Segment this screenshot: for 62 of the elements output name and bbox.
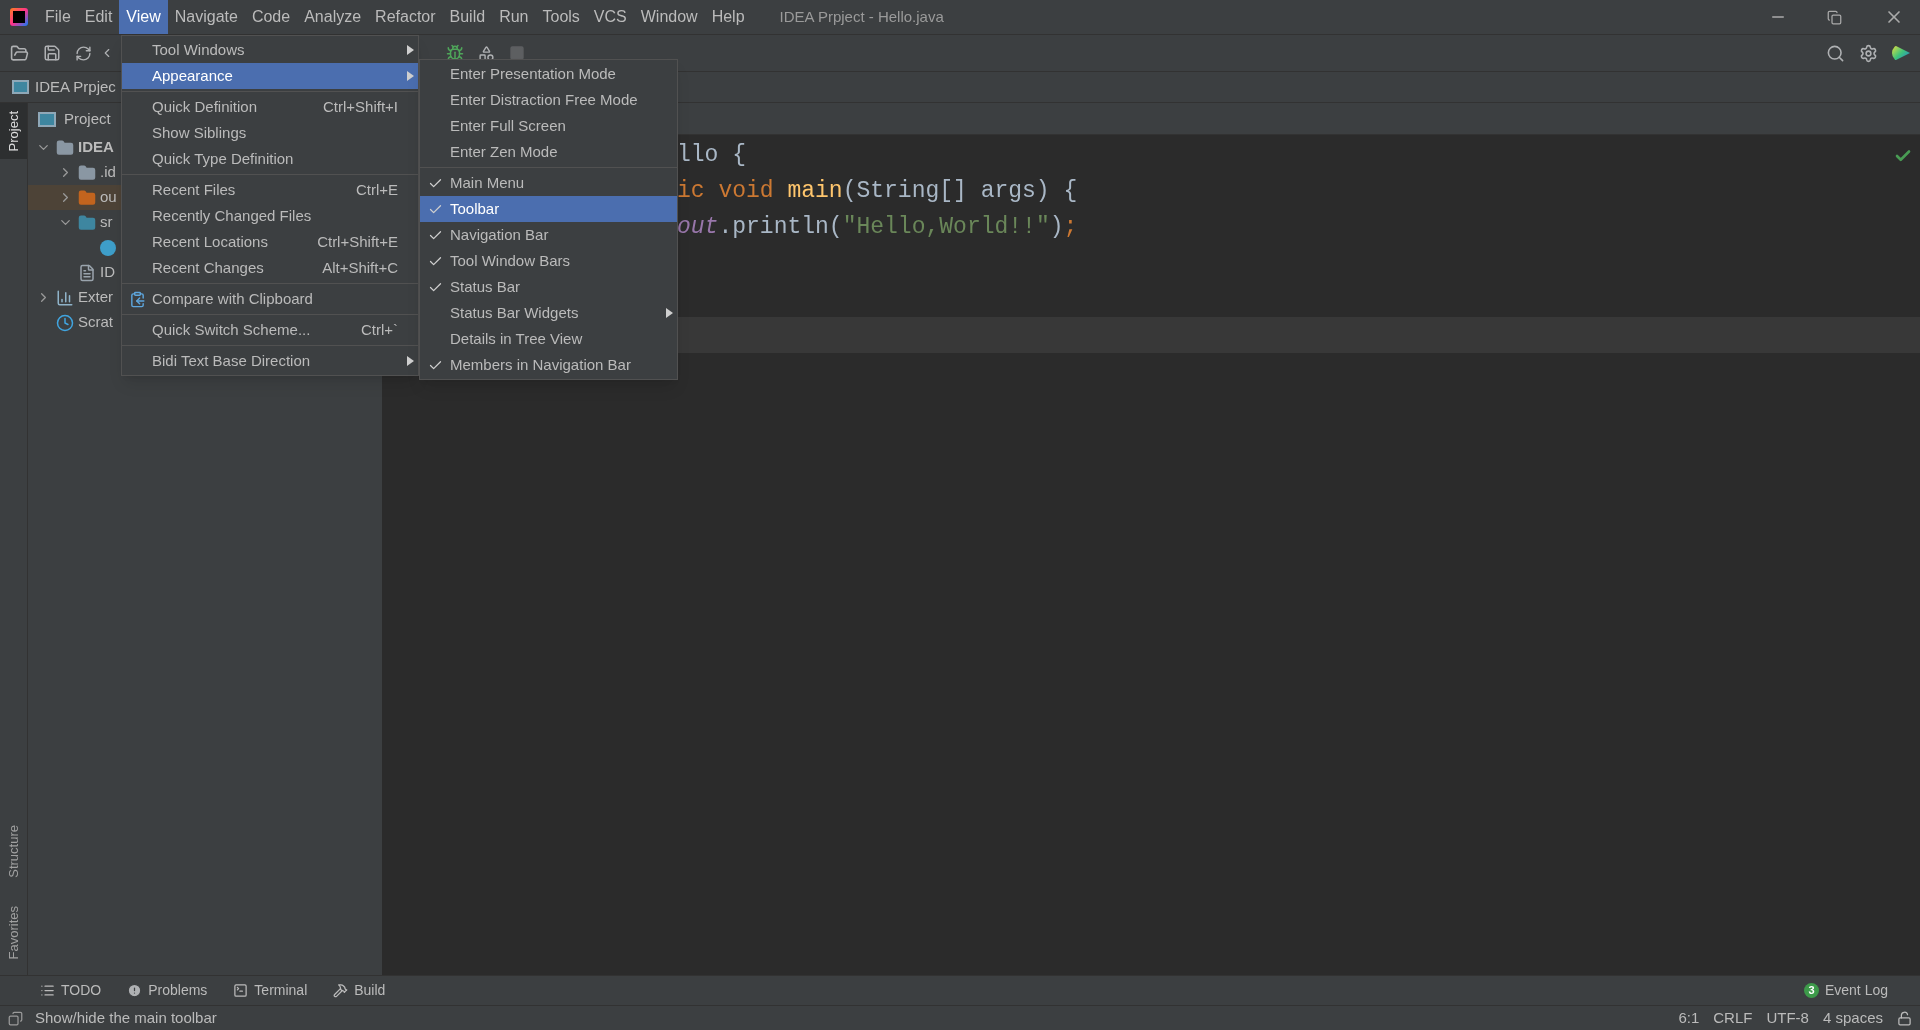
menu-item[interactable]: Show Siblings (122, 120, 418, 146)
menu-bar-item[interactable]: Navigate (167, 0, 245, 34)
notification-badge: 3 (1803, 983, 1819, 998)
tree-item-label[interactable]: sr (100, 211, 113, 234)
status-widget[interactable]: UTF-8 (1766, 1006, 1809, 1030)
navigation-crumb[interactable]: IDEA Prpjec (35, 75, 116, 99)
code-line: llo { (677, 141, 746, 170)
menu-item[interactable]: Enter Distraction Free Mode (420, 87, 677, 113)
menu-item[interactable]: Enter Full Screen (420, 113, 677, 139)
menu-bar-item[interactable]: View (119, 0, 168, 34)
menu-bar-item[interactable]: Tools (535, 0, 587, 34)
tool-window-button[interactable]: Favorites (0, 897, 27, 967)
window-title: IDEA Prpject - Hello.java (779, 6, 944, 27)
menu-item[interactable]: Recent Locations Ctrl+Shift+E (122, 229, 418, 255)
menu-item[interactable]: Main Menu (420, 170, 677, 196)
menu-item[interactable]: Navigation Bar (420, 222, 677, 248)
menu-item[interactable]: Quick Switch Scheme... Ctrl+` (122, 317, 418, 343)
menu-item[interactable]: Enter Zen Mode (420, 139, 677, 165)
menu-item[interactable]: Compare with Clipboard (122, 286, 418, 312)
menu-bar-item[interactable]: Refactor (368, 0, 443, 34)
code-line: out.println("Hello,World!!"); (677, 213, 1078, 242)
tree-item-label[interactable]: Scrat (78, 311, 113, 334)
menu-bar-item[interactable]: Build (442, 0, 493, 34)
tool-window-tab[interactable]: TODO (40, 980, 102, 1001)
panel-title: Project (64, 108, 111, 129)
tree-item-label[interactable]: ID (100, 261, 115, 284)
menu-bar-item[interactable]: File (38, 0, 78, 34)
menu-bar-item[interactable]: Window (633, 0, 705, 34)
tree-item-label[interactable]: .id (100, 161, 116, 184)
menu-item[interactable]: Appearance (122, 63, 418, 89)
status-widget[interactable]: 4 spaces (1822, 1006, 1883, 1030)
tree-item-label[interactable]: ou (100, 186, 117, 209)
menu-item[interactable]: Members in Navigation Bar (420, 352, 677, 378)
tool-window-tab[interactable]: Problems (127, 980, 208, 1001)
menu-item[interactable]: Status Bar Widgets (420, 300, 677, 326)
menu-item[interactable]: Recently Changed Files (122, 203, 418, 229)
menu-item[interactable]: Enter Presentation Mode (420, 61, 677, 87)
menu-item[interactable]: Toolbar (420, 196, 677, 222)
menu-bar-item[interactable]: VCS (586, 0, 634, 34)
tool-window-tab[interactable]: Build (333, 980, 386, 1001)
event-log-tab[interactable]: Event Log (1824, 980, 1888, 1001)
status-widget[interactable]: 6:1 (1678, 1006, 1700, 1030)
menu-bar-item[interactable]: Run (492, 0, 536, 34)
menu-item[interactable]: Tool Window Bars (420, 248, 677, 274)
status-widget[interactable]: CRLF (1713, 1006, 1753, 1030)
status-message: Show/hide the main toolbar (35, 1007, 217, 1028)
tool-window-tab[interactable]: Terminal (233, 980, 308, 1001)
menu-item[interactable]: Recent Files Ctrl+E (122, 177, 418, 203)
tool-window-button[interactable]: Project (0, 103, 27, 160)
menu-bar-item[interactable]: Edit (77, 0, 120, 34)
menu-item[interactable]: Quick Definition Ctrl+Shift+I (122, 94, 418, 120)
menu-bar-item[interactable]: Help (704, 0, 752, 34)
tree-item-label[interactable]: IDEA (78, 136, 114, 159)
menu-bar-item[interactable]: Analyze (297, 0, 369, 34)
code-line: ic void main(String[] args) { (677, 177, 1078, 206)
menu-item[interactable]: Recent Changes Alt+Shift+C (122, 255, 418, 281)
menu-bar-item[interactable]: Code (244, 0, 298, 34)
tool-window-button[interactable]: Structure (0, 816, 27, 886)
tree-item-label[interactable]: Exter (78, 286, 113, 309)
menu-item[interactable]: Quick Type Definition (122, 146, 418, 172)
menu-item[interactable]: Details in Tree View (420, 326, 677, 352)
menu-item[interactable]: Status Bar (420, 274, 677, 300)
